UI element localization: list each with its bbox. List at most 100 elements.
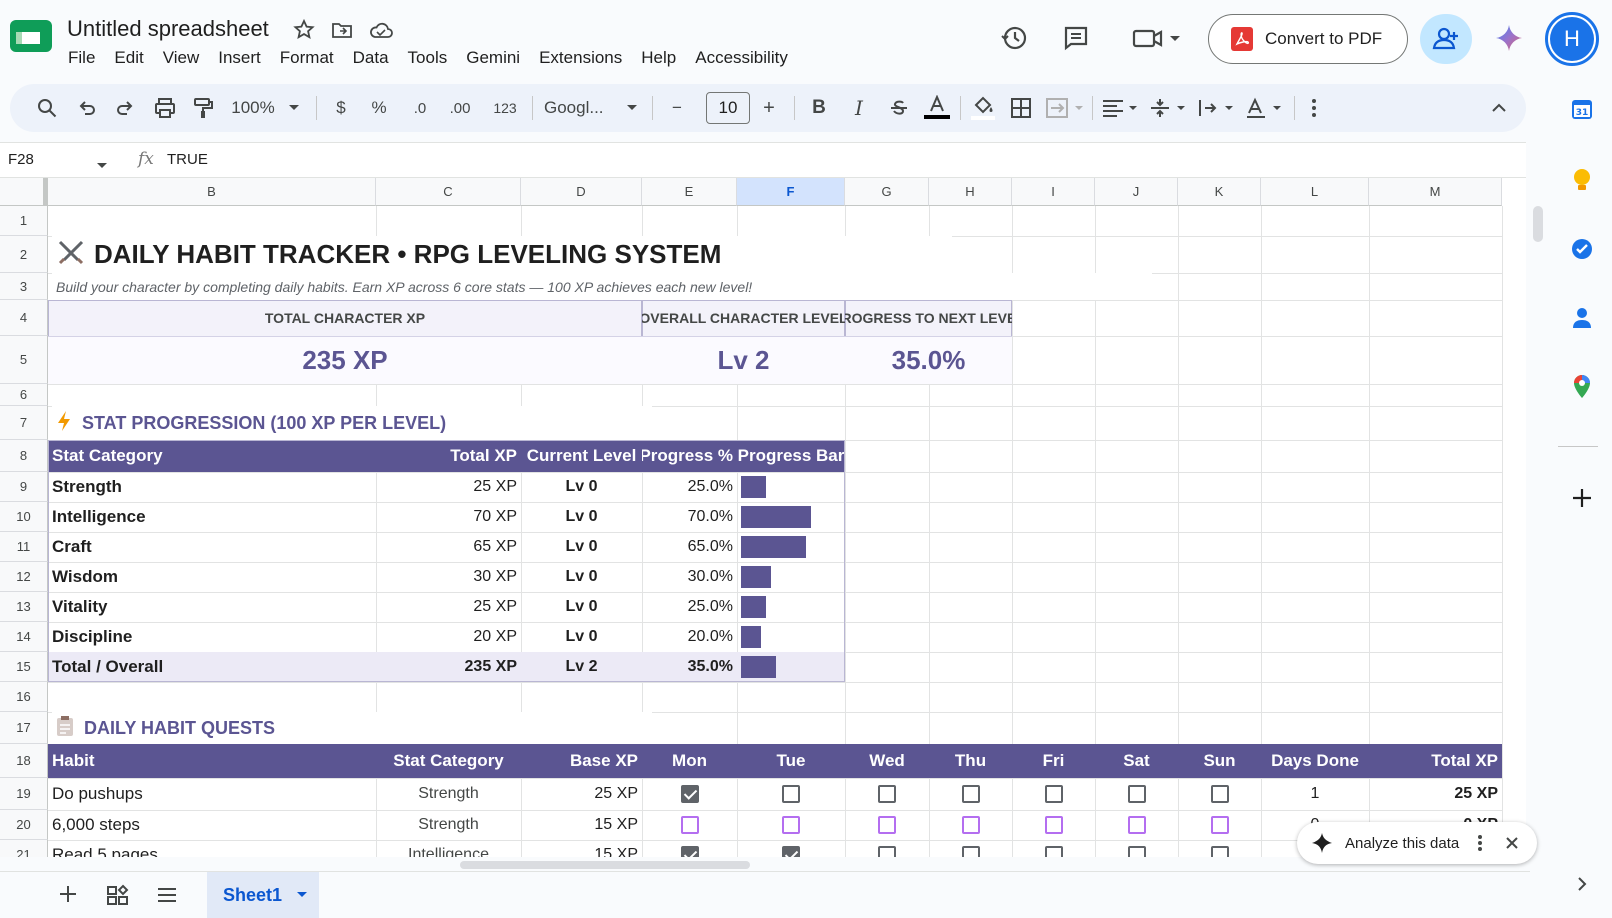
checkbox-thu[interactable]	[961, 785, 980, 803]
account-avatar[interactable]: H	[1545, 12, 1599, 66]
borders-icon[interactable]	[1006, 84, 1036, 132]
quest-total-xp[interactable]: 25 XP	[1369, 778, 1502, 810]
stat-level[interactable]: Lv 0	[521, 532, 642, 562]
stat-level[interactable]: Lv 2	[521, 652, 642, 682]
stat-xp[interactable]: 70 XP	[376, 502, 521, 532]
column-header-h[interactable]: H	[929, 178, 1012, 206]
share-button[interactable]	[1420, 14, 1472, 64]
paint-format-icon[interactable]	[188, 84, 218, 132]
fill-color-icon[interactable]	[968, 84, 998, 132]
increase-font-size-button[interactable]: +	[756, 84, 782, 132]
column-header-b[interactable]: B	[48, 178, 376, 206]
menu-accessibility[interactable]: Accessibility	[695, 48, 788, 70]
name-box-dropdown-icon[interactable]	[96, 157, 108, 175]
stat-xp[interactable]: 25 XP	[376, 592, 521, 622]
stat-section-title[interactable]: STAT PROGRESSION (100 XP PER LEVEL)	[52, 406, 652, 440]
quest-header-7[interactable]: Fri	[1012, 744, 1095, 778]
checkbox-sun[interactable]	[1210, 816, 1229, 834]
text-wrapping-icon[interactable]	[1196, 84, 1240, 132]
quest-day-cell[interactable]	[929, 840, 1012, 857]
meet-icon[interactable]	[1128, 20, 1184, 56]
horizontal-align-icon[interactable]	[1100, 84, 1144, 132]
comments-icon[interactable]	[1058, 20, 1094, 56]
quest-header-5[interactable]: Wed	[845, 744, 929, 778]
analyze-data-pill[interactable]: Analyze this data	[1297, 822, 1537, 864]
menu-help[interactable]: Help	[641, 48, 676, 70]
stat-level[interactable]: Lv 0	[521, 472, 642, 502]
column-header-c[interactable]: C	[376, 178, 521, 206]
font-dropdown-icon[interactable]	[622, 84, 642, 132]
version-history-icon[interactable]	[996, 20, 1032, 56]
gemini-icon[interactable]	[1491, 20, 1527, 56]
quest-base-xp[interactable]: 15 XP	[521, 840, 642, 857]
row-header-19[interactable]: 19	[0, 778, 48, 810]
quest-day-cell[interactable]	[1178, 778, 1261, 810]
column-header-j[interactable]: J	[1095, 178, 1178, 206]
quest-habit[interactable]: Read 5 pages	[48, 840, 376, 857]
stat-name[interactable]: Vitality	[48, 592, 376, 622]
checkbox-wed[interactable]	[878, 785, 896, 803]
row-header-8[interactable]: 8	[0, 440, 48, 472]
sheet-title-cell[interactable]: DAILY HABIT TRACKER • RPG LEVELING SYSTE…	[52, 236, 952, 273]
checkbox-tue[interactable]	[782, 785, 800, 803]
stat-header-1[interactable]: Total XP	[376, 440, 521, 472]
pill-close-icon[interactable]	[1505, 836, 1519, 850]
quest-day-cell[interactable]	[1012, 810, 1095, 840]
more-options-icon[interactable]	[1304, 84, 1324, 132]
bold-button[interactable]: B	[806, 84, 832, 132]
stat-level[interactable]: Lv 0	[521, 502, 642, 532]
row-header-6[interactable]: 6	[0, 384, 48, 406]
menu-file[interactable]: File	[68, 48, 95, 70]
checkbox-wed[interactable]	[878, 846, 896, 857]
menu-edit[interactable]: Edit	[114, 48, 143, 70]
checkbox-sun[interactable]	[1210, 846, 1229, 857]
checkbox-tue[interactable]	[782, 816, 800, 834]
increase-decimal-button[interactable]: .00	[442, 84, 478, 132]
italic-button[interactable]: I	[846, 84, 872, 132]
quest-day-cell[interactable]	[845, 778, 929, 810]
stat-name[interactable]: Discipline	[48, 622, 376, 652]
quest-base-xp[interactable]: 25 XP	[521, 778, 642, 810]
quest-day-cell[interactable]	[929, 810, 1012, 840]
stat-level[interactable]: Lv 0	[521, 622, 642, 652]
menu-view[interactable]: View	[163, 48, 200, 70]
row-header-10[interactable]: 10	[0, 502, 48, 532]
stat-header-3[interactable]: Progress %	[642, 440, 737, 472]
quest-habit[interactable]: 6,000 steps	[48, 810, 376, 840]
checkbox-fri[interactable]	[1044, 785, 1063, 803]
stat-xp[interactable]: 30 XP	[376, 562, 521, 592]
checkbox-fri[interactable]	[1044, 816, 1063, 834]
quest-header-10[interactable]: Days Done	[1261, 744, 1369, 778]
more-formats-button[interactable]: 123	[488, 84, 522, 132]
contacts-icon[interactable]	[1568, 304, 1596, 332]
collapse-toolbar-icon[interactable]	[1484, 84, 1514, 132]
row-header-4[interactable]: 4	[0, 300, 48, 336]
checkbox-mon[interactable]	[680, 846, 699, 857]
zoom-select[interactable]: 100%	[228, 84, 278, 132]
quest-header-9[interactable]: Sun	[1178, 744, 1261, 778]
stat-name[interactable]: Craft	[48, 532, 376, 562]
stat-pct[interactable]: 25.0%	[642, 472, 737, 502]
star-icon[interactable]	[292, 18, 318, 44]
spreadsheet-grid[interactable]: B C D E F G H I J K L M 1 2 3 4 5 6 7 8 9 10 11 12 13 14 15 16 17 18 1…	[0, 178, 1526, 857]
quest-day-cell[interactable]	[1178, 810, 1261, 840]
quest-day-cell[interactable]	[1095, 840, 1178, 857]
vertical-align-icon[interactable]	[1148, 84, 1192, 132]
quest-day-cell[interactable]	[1095, 778, 1178, 810]
row-header-2[interactable]: 2	[0, 236, 48, 273]
quest-day-cell[interactable]	[845, 840, 929, 857]
formula-input[interactable]: TRUE	[167, 151, 208, 168]
stat-pct[interactable]: 20.0%	[642, 622, 737, 652]
checkbox-sun[interactable]	[1210, 785, 1229, 803]
print-icon[interactable]	[150, 84, 180, 132]
stat-header-4[interactable]: Progress Bar	[737, 440, 845, 472]
calendar-icon[interactable]: 31	[1568, 95, 1596, 123]
menu-extensions[interactable]: Extensions	[539, 48, 622, 70]
quest-stat-category[interactable]: Strength	[376, 810, 521, 840]
quest-header-1[interactable]: Stat Category	[376, 744, 521, 778]
row-header-18[interactable]: 18	[0, 744, 48, 778]
row-header-7[interactable]: 7	[0, 406, 48, 440]
stat-header-0[interactable]: Stat Category	[48, 440, 376, 472]
stat-level[interactable]: Lv 0	[521, 592, 642, 622]
font-size-input[interactable]: 10	[706, 92, 750, 124]
